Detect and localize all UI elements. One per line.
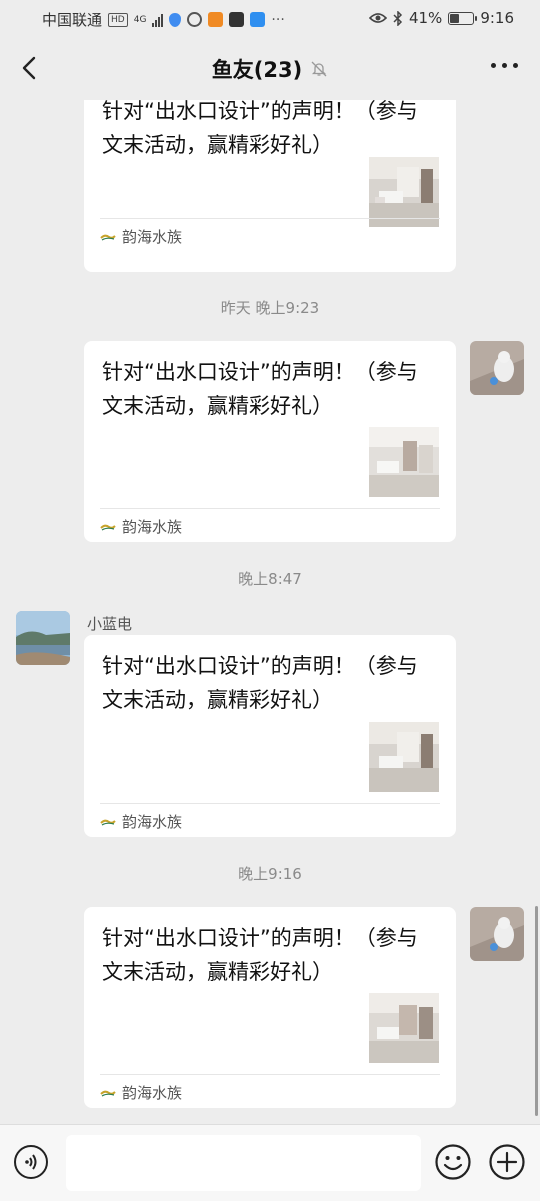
eye-icon: [368, 13, 387, 23]
message-timestamp: 晚上9:16: [238, 865, 302, 883]
source-logo-icon: [100, 234, 116, 241]
status-left: 中国联通 HD 4G ···: [42, 9, 285, 30]
video-app-icon: [208, 12, 224, 27]
status-bar: 中国联通 HD 4G ··· 41% 9:16: [0, 0, 540, 36]
cloud-app-icon: [250, 12, 266, 27]
article-title: 针对“出水口设计”的声明！（参与文末活动，赢精彩好礼）: [102, 926, 418, 984]
hd-badge: HD: [108, 12, 128, 27]
voice-icon: [25, 1154, 37, 1170]
plus-icon[interactable]: [488, 1143, 526, 1181]
status-right: 41% 9:16: [368, 9, 514, 27]
message-timestamp: 晚上8:47: [238, 570, 302, 588]
voice-button[interactable]: [14, 1145, 48, 1179]
shield-app-icon: [169, 12, 182, 27]
shared-article-card[interactable]: 针对“出水口设计”的声明！（参与文末活动，赢精彩好礼） 韵海水族: [84, 907, 456, 1108]
article-source: 韵海水族: [100, 1082, 182, 1103]
battery-icon: [448, 11, 478, 25]
source-logo-icon: [100, 819, 116, 826]
article-thumbnail: [369, 427, 439, 497]
article-thumbnail: [369, 157, 439, 227]
battery-percent: 41%: [408, 9, 443, 27]
article-source: 韵海水族: [100, 516, 182, 537]
message-input-bar: [0, 1124, 540, 1201]
message-input[interactable]: [66, 1135, 421, 1191]
article-thumbnail: [369, 722, 439, 792]
network-type: 4G: [133, 14, 147, 25]
article-title: 针对“出水口设计”的声明！（参与文末活动，赢精彩好礼）: [102, 360, 418, 418]
my-avatar[interactable]: [470, 341, 524, 395]
chat-scrollbar[interactable]: [535, 906, 538, 1116]
chat-header: 鱼友(23): [0, 36, 540, 100]
source-name: 韵海水族: [122, 1084, 183, 1102]
chat-messages: 针对“出水口设计”的声明！（参与文末活动，赢精彩好礼） 韵海水族 昨天 晚上9:…: [0, 100, 540, 1124]
battery-fill: [450, 13, 460, 23]
source-name: 韵海水族: [122, 228, 183, 246]
article-title: 针对“出水口设计”的声明！（参与文末活动，赢精彩好礼）: [102, 654, 418, 712]
bluetooth-icon: [393, 10, 403, 26]
signal-icon: [152, 13, 164, 27]
more-notifications-icon: ···: [271, 11, 285, 28]
article-thumbnail: [369, 993, 439, 1063]
article-source: 韵海水族: [100, 226, 182, 247]
emoji-icon[interactable]: [434, 1143, 472, 1181]
message-timestamp: 昨天 晚上9:23: [220, 299, 320, 317]
circle-app-icon: [187, 12, 203, 27]
source-logo-icon: [100, 1090, 116, 1097]
clock-time: 9:16: [480, 9, 514, 27]
article-title: 针对“出水口设计”的声明！（参与文末活动，赢精彩好礼）: [102, 100, 418, 157]
source-name: 韵海水族: [122, 518, 183, 536]
my-avatar[interactable]: [470, 907, 524, 961]
shared-article-card[interactable]: 针对“出水口设计”的声明！（参与文末活动，赢精彩好礼） 韵海水族: [84, 635, 456, 837]
chat-title-bar: 鱼友(23): [0, 54, 540, 84]
chat-title: 鱼友(23): [211, 58, 303, 82]
shared-article-card[interactable]: 针对“出水口设计”的声明！（参与文末活动，赢精彩好礼） 韵海水族: [84, 341, 456, 542]
mute-bell-icon: [311, 61, 327, 77]
mail-app-icon: [229, 12, 245, 27]
source-name: 韵海水族: [122, 813, 183, 831]
carrier-name: 中国联通: [42, 11, 103, 29]
article-source: 韵海水族: [100, 811, 182, 832]
sender-name: 小蓝电: [87, 615, 133, 633]
sender-avatar[interactable]: [16, 611, 70, 665]
more-icon[interactable]: [491, 63, 518, 68]
source-logo-icon: [100, 524, 116, 531]
shared-article-card[interactable]: 针对“出水口设计”的声明！（参与文末活动，赢精彩好礼） 韵海水族: [84, 100, 456, 272]
